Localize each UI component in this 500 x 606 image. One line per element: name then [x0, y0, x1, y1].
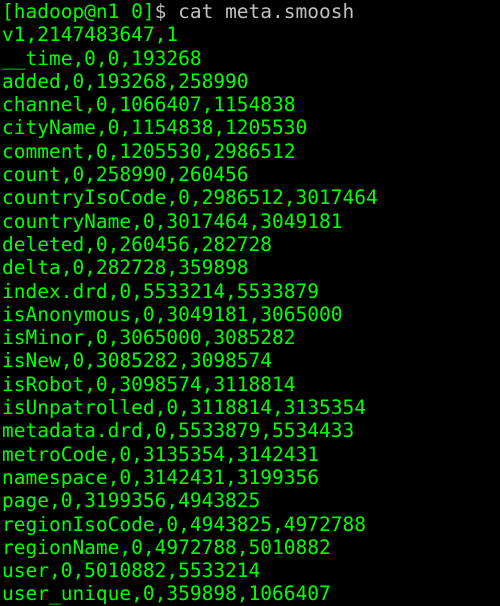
output-line: regionName,0,4972788,5010882 [2, 536, 331, 559]
output-line: cityName,0,1154838,1205530 [2, 116, 307, 139]
output-line: user,0,5010882,5533214 [2, 559, 260, 582]
output-line: isMinor,0,3065000,3085282 [2, 326, 296, 349]
output-line: countryIsoCode,0,2986512,3017464 [2, 186, 378, 209]
terminal[interactable]: [hadoop@n1 0]$ cat meta.smoosh v1,214748… [0, 0, 500, 606]
output-line: page,0,3199356,4943825 [2, 489, 260, 512]
output-line: metroCode,0,3135354,3142431 [2, 443, 319, 466]
output-line: isRobot,0,3098574,3118814 [2, 373, 296, 396]
output-line: isNew,0,3085282,3098574 [2, 349, 272, 372]
output-line: comment,0,1205530,2986512 [2, 140, 296, 163]
output-line: count,0,258990,260456 [2, 163, 249, 186]
output-line: v1,2147483647,1 [2, 23, 178, 46]
output-line: isUnpatrolled,0,3118814,3135354 [2, 396, 366, 419]
output-line: metadata.drd,0,5533879,5534433 [2, 419, 354, 442]
output-line: added,0,193268,258990 [2, 70, 249, 93]
output-line: __time,0,0,193268 [2, 47, 202, 70]
output-line: countryName,0,3017464,3049181 [2, 210, 342, 233]
output-line: index.drd,0,5533214,5533879 [2, 280, 319, 303]
output-line: namespace,0,3142431,3199356 [2, 466, 319, 489]
prompt-user-host: [hadoop@n1 0] [2, 0, 155, 23]
prompt-symbol: $ [155, 0, 178, 23]
output-line: regionIsoCode,0,4943825,4972788 [2, 513, 366, 536]
output-line: channel,0,1066407,1154838 [2, 93, 296, 116]
command-text: cat meta.smoosh [178, 0, 354, 23]
output-line: delta,0,282728,359898 [2, 256, 249, 279]
output-line: deleted,0,260456,282728 [2, 233, 272, 256]
output-line: user_unique,0,359898,1066407 [2, 582, 331, 605]
output-line: isAnonymous,0,3049181,3065000 [2, 303, 342, 326]
